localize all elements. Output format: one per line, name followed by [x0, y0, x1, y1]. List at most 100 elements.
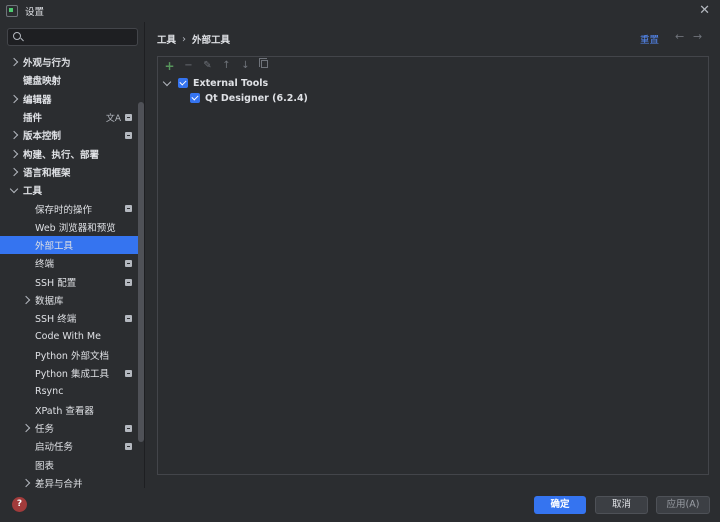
app-logo-icon [6, 5, 18, 17]
sidebar-item-label: 工具 [23, 183, 42, 197]
sidebar-item-ssh-terminal[interactable]: SSH 终端 [0, 309, 145, 327]
sidebar-item-label: Python 外部文档 [35, 348, 109, 362]
project-scope-icon [125, 315, 132, 322]
search-icon [13, 32, 21, 40]
chevron-right-icon[interactable] [10, 168, 18, 176]
project-scope-icon [125, 132, 132, 139]
sidebar-item-keymap[interactable]: 键盘映射 [0, 71, 145, 89]
sidebar-item-label: 外部工具 [35, 238, 73, 252]
sidebar-item-editor[interactable]: 编辑器 [0, 90, 145, 108]
sidebar-item-diagrams[interactable]: 图表 [0, 456, 145, 474]
sidebar-item-rsync[interactable]: Rsync [0, 382, 145, 400]
search-input[interactable] [26, 29, 136, 45]
copy-icon[interactable] [255, 60, 274, 71]
sidebar-item-languages[interactable]: 语言和框架 [0, 163, 145, 181]
help-icon[interactable]: ? [12, 497, 27, 512]
sidebar-item-label: Rsync [35, 386, 63, 397]
sidebar-item-appearance[interactable]: 外观与行为 [0, 53, 145, 71]
breadcrumb: 工具 › 外部工具 [157, 32, 230, 46]
remove-icon[interactable]: − [179, 60, 198, 71]
sidebar-item-label: 外观与行为 [23, 55, 71, 69]
move-down-icon[interactable]: ↓ [236, 60, 255, 71]
reset-link[interactable]: 重置 [640, 32, 659, 46]
external-tools-panel: + − ✎ ↑ ↓ External Tools Qt Designer (6.… [157, 56, 709, 475]
sidebar-item-external-tools[interactable]: 外部工具 [0, 236, 145, 254]
sidebar-item-label: 任务 [35, 421, 54, 435]
sidebar-item-database[interactable]: 数据库 [0, 291, 145, 309]
chevron-right-icon[interactable] [10, 131, 18, 139]
project-scope-icon [125, 205, 132, 212]
search-box[interactable] [7, 28, 138, 46]
project-scope-icon [125, 114, 132, 121]
sidebar-item-vcs[interactable]: 版本控制 [0, 126, 145, 144]
tool-item-row[interactable]: Qt Designer (6.2.4) [190, 90, 308, 106]
edit-icon[interactable]: ✎ [198, 60, 217, 71]
project-scope-icon [125, 370, 132, 377]
chevron-right-icon[interactable] [22, 479, 30, 487]
sidebar-item-label: 保存时的操作 [35, 202, 92, 216]
sidebar-item-label: Web 浏览器和预览 [35, 220, 116, 234]
sidebar-item-label: 终端 [35, 256, 54, 270]
sidebar-item-label: 构建、执行、部署 [23, 147, 99, 161]
chevron-down-icon[interactable] [163, 77, 171, 85]
sidebar-item-label: Python 集成工具 [35, 366, 109, 380]
ok-button[interactable]: 确定 [534, 496, 586, 514]
sidebar-item-label: SSH 配置 [35, 275, 76, 289]
tools-toolbar: + − ✎ ↑ ↓ [158, 57, 708, 74]
sidebar-item-label: SSH 终端 [35, 311, 76, 325]
close-icon[interactable]: ✕ [699, 3, 710, 18]
apply-button[interactable]: 应用(A) [656, 496, 710, 514]
sidebar-item-web-browsers[interactable]: Web 浏览器和预览 [0, 218, 145, 236]
sidebar-item-plugins[interactable]: 插件 文A [0, 108, 145, 126]
breadcrumb-separator: › [182, 34, 186, 45]
chevron-right-icon[interactable] [10, 94, 18, 102]
chevron-right-icon[interactable] [22, 296, 30, 304]
move-up-icon[interactable]: ↑ [217, 60, 236, 71]
sidebar-item-ssh-config[interactable]: SSH 配置 [0, 273, 145, 291]
tool-group-label: External Tools [193, 78, 268, 89]
sidebar-item-python-docs[interactable]: Python 外部文档 [0, 346, 145, 364]
forward-arrow-icon[interactable]: → [693, 30, 702, 43]
chevron-down-icon[interactable] [10, 184, 18, 192]
dialog-footer: ? 确定 取消 应用(A) [0, 488, 720, 522]
project-scope-icon [125, 425, 132, 432]
sidebar-item-label: Code With Me [35, 331, 101, 342]
add-icon[interactable]: + [160, 59, 179, 73]
settings-tree: 外观与行为 键盘映射 编辑器 插件 文A 版本控制 构建、执行、部署 语言和框架 [0, 53, 145, 488]
back-arrow-icon[interactable]: ← [675, 30, 684, 43]
tool-group-row[interactable]: External Tools [164, 75, 268, 91]
breadcrumb-item: 外部工具 [192, 32, 230, 46]
sidebar-item-code-with-me[interactable]: Code With Me [0, 327, 145, 345]
sidebar-item-build[interactable]: 构建、执行、部署 [0, 144, 145, 162]
group-checkbox[interactable] [178, 78, 188, 88]
sidebar-item-label: 图表 [35, 458, 54, 472]
project-scope-icon [125, 279, 132, 286]
sidebar-item-label: 数据库 [35, 293, 64, 307]
chevron-right-icon[interactable] [10, 149, 18, 157]
tool-checkbox[interactable] [190, 93, 200, 103]
sidebar-item-xpath-viewer[interactable]: XPath 查看器 [0, 401, 145, 419]
sidebar-item-terminal[interactable]: 终端 [0, 254, 145, 272]
sidebar-item-label: 键盘映射 [23, 73, 61, 87]
sidebar-item-tasks[interactable]: 任务 [0, 419, 145, 437]
window-title: 设置 [25, 4, 44, 18]
sidebar-item-tools[interactable]: 工具 [0, 181, 145, 199]
sidebar-item-label: 版本控制 [23, 128, 61, 142]
sidebar-item-label: 语言和框架 [23, 165, 71, 179]
sidebar-item-label: XPath 查看器 [35, 403, 94, 417]
project-scope-icon [125, 260, 132, 267]
sidebar-scrollbar[interactable] [138, 102, 144, 442]
sidebar-item-label: 编辑器 [23, 92, 52, 106]
sidebar-item-label: 差异与合并 [35, 476, 83, 488]
main-panel: 工具 › 外部工具 重置 ← → + − ✎ ↑ ↓ External Tool… [145, 22, 720, 488]
settings-sidebar: 外观与行为 键盘映射 编辑器 插件 文A 版本控制 构建、执行、部署 语言和框架 [0, 22, 145, 488]
chevron-right-icon[interactable] [22, 424, 30, 432]
cancel-button[interactable]: 取消 [595, 496, 648, 514]
breadcrumb-item[interactable]: 工具 [157, 32, 176, 46]
sidebar-item-actions-on-save[interactable]: 保存时的操作 [0, 199, 145, 217]
sidebar-item-startup-tasks[interactable]: 启动任务 [0, 437, 145, 455]
sidebar-item-diff-merge[interactable]: 差异与合并 [0, 474, 145, 488]
chevron-right-icon[interactable] [10, 58, 18, 66]
sidebar-item-python-integrated-tools[interactable]: Python 集成工具 [0, 364, 145, 382]
title-bar: 设置 ✕ [0, 0, 720, 22]
